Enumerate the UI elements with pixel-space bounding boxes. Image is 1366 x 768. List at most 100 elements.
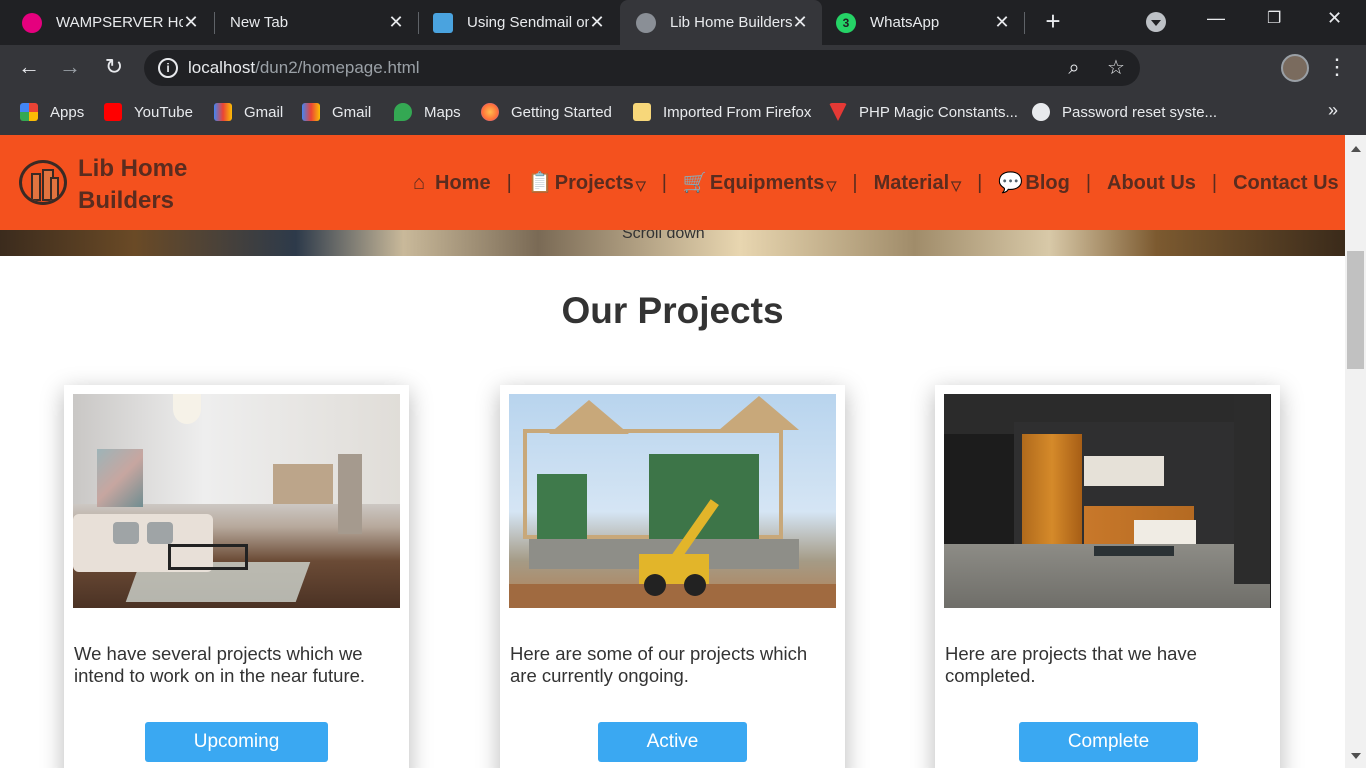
main-nav: ⌂ Home | 📋 Projects ▽ | 🛒 Equipments ▽ |…: [408, 169, 1345, 197]
close-icon[interactable]: ✕: [994, 12, 1010, 33]
project-card-active: Here are some of our projects which are …: [500, 385, 845, 768]
avatar[interactable]: [1281, 54, 1309, 82]
tab-label: New Tab: [230, 14, 289, 31]
bookmark-item[interactable]: Gmail: [302, 101, 371, 123]
whatsapp-icon: 3: [836, 12, 856, 33]
bookmark-star-icon[interactable]: ☆: [1104, 56, 1128, 80]
tab-new-tab[interactable]: New Tab ✕: [215, 0, 418, 45]
scroll-down-arrow-icon[interactable]: [1351, 753, 1361, 764]
minimize-button[interactable]: —: [1207, 8, 1225, 29]
tab-label: WAMPSERVER Homepage: [56, 14, 183, 31]
address-bar[interactable]: i localhost/dun2/homepage.html ⌕ ☆: [144, 50, 1140, 86]
dropdown-arrow-icon: ▽: [951, 178, 962, 193]
nav-separator: |: [852, 171, 858, 194]
nav-label: About Us: [1107, 171, 1196, 194]
zoom-icon[interactable]: ⌕: [1062, 56, 1086, 80]
bookmark-item[interactable]: Maps: [394, 101, 461, 123]
nav-label: Projects: [554, 171, 634, 194]
bookmark-item[interactable]: Getting Started: [481, 101, 612, 123]
scroll-up-arrow-icon[interactable]: [1351, 141, 1361, 152]
clipboard-icon: 📋: [527, 172, 553, 194]
nav-separator: |: [1211, 171, 1218, 194]
brand-line: Lib Home: [78, 155, 188, 182]
tab-lib-home-builders[interactable]: Lib Home Builders ✕: [620, 0, 822, 45]
tab-label: Using Sendmail on: [467, 14, 589, 31]
page-scrollbar[interactable]: [1345, 135, 1366, 768]
bookmark-item[interactable]: Gmail: [214, 101, 283, 123]
nav-about-us[interactable]: About Us: [1107, 172, 1196, 195]
chat-icon: 💬: [998, 172, 1024, 194]
url-text[interactable]: localhost/dun2/homepage.html: [188, 58, 420, 78]
bookmark-label: Gmail: [332, 103, 372, 121]
menu-icon[interactable]: ⋮: [1326, 55, 1348, 79]
brand-line: Builders: [78, 187, 175, 214]
card-description: Here are some of our projects which are …: [510, 643, 808, 686]
nav-label: Material: [873, 171, 950, 194]
nav-contact-us[interactable]: Contact Us: [1233, 172, 1339, 195]
bookmark-item[interactable]: Apps: [20, 101, 84, 123]
close-icon[interactable]: ✕: [792, 12, 808, 33]
section-title: Our Projects: [561, 290, 784, 331]
bookmark-label: Getting Started: [511, 103, 612, 121]
project-card-complete: Here are projects that we have completed…: [935, 385, 1280, 768]
tab-wampserver[interactable]: WAMPSERVER Homepage ✕: [0, 0, 213, 45]
bookmark-item[interactable]: YouTube: [104, 101, 193, 123]
php-icon: [829, 103, 847, 121]
tab-search-button[interactable]: [1146, 12, 1166, 32]
close-icon[interactable]: ✕: [589, 12, 605, 33]
nav-blog[interactable]: 💬 Blog: [998, 172, 1069, 195]
nav-label: Blog: [1025, 171, 1070, 194]
bookmark-item[interactable]: Imported From Firefox: [633, 101, 811, 123]
bookmark-label: YouTube: [134, 103, 193, 121]
dropdown-arrow-icon: ▽: [826, 178, 837, 193]
site-header: Lib Home Builders ⌂ Home | 📋 Projects ▽ …: [0, 135, 1345, 230]
nav-material[interactable]: Material ▽: [874, 172, 962, 195]
firefox-icon: [481, 103, 499, 121]
browser-tab-strip: WAMPSERVER Homepage ✕ New Tab ✕ Using Se…: [0, 0, 1366, 45]
scroll-thumb[interactable]: [1347, 251, 1364, 369]
tab-separator: [1024, 12, 1025, 34]
forward-button[interactable]: →: [57, 55, 83, 81]
apps-grid-icon: [20, 103, 38, 121]
nav-label: Contact Us: [1233, 171, 1339, 194]
reload-button[interactable]: ↻: [101, 55, 127, 81]
card-description: We have several projects which we intend…: [74, 643, 366, 686]
dropdown-arrow-icon: ▽: [635, 178, 646, 193]
bookmark-label: Apps: [50, 103, 85, 121]
logo-icon[interactable]: [19, 160, 67, 205]
new-tab-button[interactable]: +: [1040, 8, 1066, 35]
tab-whatsapp[interactable]: 3 WhatsApp ✕: [822, 0, 1024, 45]
bookmark-item[interactable]: Password reset syste...: [1032, 101, 1217, 123]
close-icon[interactable]: ✕: [388, 12, 404, 33]
active-projects-button[interactable]: Active Projects: [598, 722, 747, 762]
upcoming-projects-button[interactable]: Upcoming Projects: [145, 722, 328, 762]
project-card-upcoming: We have several projects which we intend…: [64, 385, 409, 768]
gmail-icon: [302, 103, 320, 121]
info-icon[interactable]: i: [158, 58, 178, 78]
bookmark-label: Imported From Firefox: [663, 103, 812, 121]
wampserver-icon: [22, 12, 42, 33]
browser-toolbar: ← → ↻ i localhost/dun2/homepage.html ⌕ ☆…: [0, 45, 1366, 124]
nav-home[interactable]: ⌂ Home: [408, 172, 491, 195]
bookmark-label: Gmail: [244, 103, 284, 121]
youtube-icon: [104, 103, 122, 121]
tab-sendmail[interactable]: Using Sendmail on ✕: [419, 0, 619, 45]
more-bookmarks-icon[interactable]: »: [1328, 100, 1338, 121]
nav-projects[interactable]: 📋 Projects ▽: [528, 172, 646, 195]
complete-projects-button[interactable]: Complete Projects: [1019, 722, 1198, 762]
living-room-image: [73, 394, 400, 608]
brand-name[interactable]: Lib Home Builders: [78, 153, 208, 217]
close-window-button[interactable]: ✕: [1327, 8, 1342, 29]
bookmark-label: Password reset syste...: [1062, 103, 1218, 121]
restore-button[interactable]: ❐: [1267, 8, 1281, 28]
close-icon[interactable]: ✕: [183, 12, 199, 33]
nav-separator: |: [661, 171, 667, 194]
folder-icon: [633, 103, 651, 121]
back-button[interactable]: ←: [16, 55, 42, 81]
nav-equipments[interactable]: 🛒 Equipments ▽: [683, 172, 836, 195]
nav-separator: |: [506, 171, 512, 194]
tab-label: Lib Home Builders: [670, 14, 792, 31]
gmail-icon: [214, 103, 232, 121]
nav-label: Equipments: [709, 171, 825, 194]
bookmark-item[interactable]: PHP Magic Constants...: [829, 101, 1018, 123]
